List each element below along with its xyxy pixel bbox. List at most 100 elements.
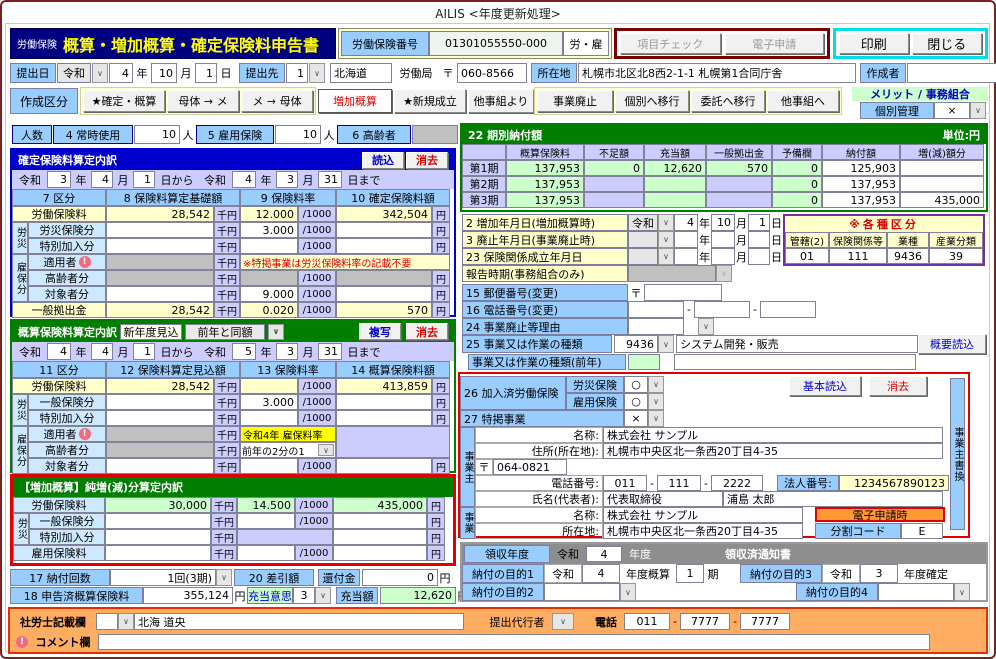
print-button[interactable]: 印刷: [839, 33, 909, 54]
sharoushi-name-field[interactable]: 北海 道央: [134, 613, 464, 630]
zouka-era-select[interactable]: 令和: [628, 214, 658, 231]
tel2-field[interactable]: 7777: [680, 613, 730, 630]
kakutei-m1-field[interactable]: 4: [91, 171, 113, 188]
kubun-me-botai-button[interactable]: メ → 母体: [241, 90, 313, 112]
submit-addr-field[interactable]: 札幌市北区北8西2-1-1 札幌第1合同庁舎: [578, 63, 856, 83]
zouka-era-dropdown-icon[interactable]: [658, 214, 674, 231]
haishi-year-field[interactable]: [674, 231, 698, 248]
owner-tel1-field[interactable]: 011: [603, 475, 647, 491]
kubun-botai-me-button[interactable]: 母体 → メ: [167, 90, 239, 112]
rate-field[interactable]: [237, 513, 295, 529]
mokuteki1-year-field[interactable]: 4: [582, 564, 620, 583]
mokuteki2-field[interactable]: [544, 583, 620, 601]
tel-change-field3[interactable]: [760, 301, 816, 318]
business-addr-field[interactable]: 札幌市中央区北一条西20丁目4-35: [603, 523, 803, 539]
seiritsu-day-field[interactable]: [748, 248, 770, 265]
kubun-tajiso-yori-button[interactable]: 他事組より: [468, 89, 534, 113]
seiritsu-year-field[interactable]: [674, 248, 698, 265]
haishi-riyuu-dropdown-icon[interactable]: [698, 318, 714, 335]
bunkatsu-field[interactable]: E: [901, 523, 943, 539]
gaisan-y1-field[interactable]: 4: [47, 343, 71, 360]
base-field[interactable]: [106, 222, 214, 238]
base-field[interactable]: [105, 513, 211, 529]
juto-ishi-field[interactable]: 3: [293, 587, 315, 604]
hoken-number-field[interactable]: 01301055550-000: [429, 31, 563, 56]
close-button[interactable]: 閉じる: [912, 33, 982, 54]
submit-era-select[interactable]: 令和: [57, 63, 91, 83]
gaiyo-read-button[interactable]: 概要読込: [918, 334, 986, 354]
gaisan-clear-button[interactable]: 消去: [406, 323, 448, 340]
kubun-shinki-button[interactable]: ★新規成立: [394, 89, 466, 113]
owner-zip-field[interactable]: 064-0821: [493, 459, 567, 475]
kakutei-clear-button[interactable]: 消去: [406, 152, 448, 169]
haishi-era-dropdown-icon[interactable]: [658, 231, 674, 248]
mokuteki3-year-field[interactable]: 3: [860, 564, 898, 583]
amount-field[interactable]: [336, 458, 432, 474]
base-field[interactable]: [105, 529, 211, 545]
kakutei-d2-field[interactable]: 31: [318, 171, 342, 188]
submit-dest-field[interactable]: 1: [286, 63, 308, 83]
sagyo-shurui-field[interactable]: システム開発・販売: [676, 335, 918, 353]
koyo-hoken-field[interactable]: ○: [624, 393, 648, 410]
tel-change-field1[interactable]: [628, 301, 684, 318]
kobetsu-kanri-dropdown-icon[interactable]: [970, 102, 986, 119]
dounen-dropdown-icon[interactable]: [268, 324, 284, 340]
tokkei-field[interactable]: ×: [624, 410, 648, 427]
tel1-field[interactable]: 011: [624, 613, 670, 630]
submit-era-dropdown-icon[interactable]: [92, 63, 108, 83]
kubun-tajiso-e-button[interactable]: 他事組へ: [767, 90, 839, 112]
submit-zip-field[interactable]: 060-8566: [457, 63, 527, 83]
zip-change-field[interactable]: [644, 284, 722, 301]
rate-field[interactable]: [240, 238, 298, 254]
submit-day-field[interactable]: 1: [195, 63, 217, 83]
haishi-day-field[interactable]: [748, 231, 770, 248]
submit-year-field[interactable]: 4: [109, 63, 133, 83]
amount-field[interactable]: [333, 545, 427, 561]
rate-field[interactable]: [240, 458, 298, 474]
nofu-kaisu-dropdown-icon[interactable]: [216, 569, 232, 586]
seiritsu-month-field[interactable]: [711, 248, 735, 265]
rosai-dropdown-icon[interactable]: [648, 376, 664, 393]
business-name-field[interactable]: 株式会社 サンプル: [603, 507, 803, 523]
kakutei-m2-field[interactable]: 3: [276, 171, 298, 188]
kihon-read-button[interactable]: 基本読込: [789, 376, 861, 396]
mokuteki4-dropdown-icon[interactable]: [954, 583, 970, 601]
zennen-field[interactable]: [674, 354, 916, 370]
owner-tel3-field[interactable]: 2222: [711, 475, 763, 491]
base-field[interactable]: [106, 394, 214, 410]
houjin-field[interactable]: 1234567890123: [839, 475, 949, 491]
sharoushi-dropdown-icon[interactable]: [118, 613, 134, 630]
amount-field[interactable]: [333, 529, 427, 545]
rep-title-field[interactable]: 代表取締役: [603, 491, 723, 507]
amount-field[interactable]: [336, 394, 432, 410]
base-field[interactable]: [106, 238, 214, 254]
owner-tel2-field[interactable]: 111: [657, 475, 701, 491]
gaisan-m1-field[interactable]: 4: [91, 343, 113, 360]
rate-field[interactable]: 3.000: [240, 394, 298, 410]
kakutei-d1-field[interactable]: 1: [133, 171, 155, 188]
kubun-kakutei-button[interactable]: ★確定・概算: [83, 90, 165, 112]
rosai-hoken-field[interactable]: ○: [624, 376, 648, 393]
kanpu-field[interactable]: 0: [362, 569, 438, 586]
seiritsu-era-select[interactable]: [628, 248, 658, 265]
submit-pref-field[interactable]: 北海道: [330, 63, 392, 83]
daikou-dropdown-icon[interactable]: [552, 613, 574, 630]
jigyo-clear-button[interactable]: 消去: [869, 376, 927, 396]
amount-field[interactable]: [336, 286, 432, 302]
sagyo-code-dropdown-icon[interactable]: [658, 335, 674, 353]
author-field[interactable]: [907, 63, 996, 83]
juto-ishi-dropdown-icon[interactable]: [315, 587, 331, 604]
gaisan-d1-field[interactable]: 1: [133, 343, 155, 360]
rate-field[interactable]: [240, 410, 298, 426]
base-field[interactable]: [106, 410, 214, 426]
base-field[interactable]: [106, 458, 214, 474]
kakutei-y1-field[interactable]: 3: [47, 171, 71, 188]
owner-addr-field[interactable]: 札幌市中央区北一条西20丁目4-35: [603, 443, 943, 459]
item-check-button[interactable]: 項目チェック: [620, 33, 721, 54]
sharoushi-code-field[interactable]: [96, 613, 118, 630]
submit-month-field[interactable]: 10: [151, 63, 177, 83]
comment-field[interactable]: [98, 634, 930, 650]
koyo-dropdown-icon[interactable]: [648, 393, 664, 410]
rate-field[interactable]: 3.000: [240, 222, 298, 238]
zouka-year-field[interactable]: 4: [674, 214, 698, 231]
